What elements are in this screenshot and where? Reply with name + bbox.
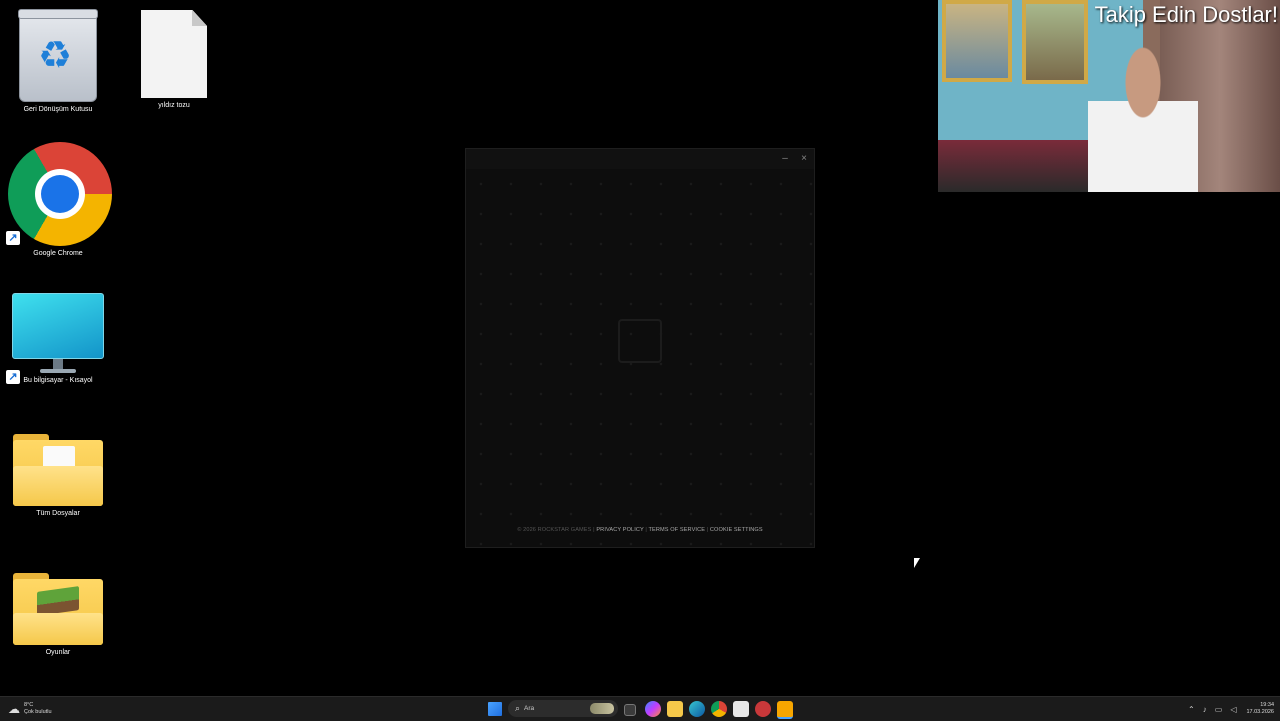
desktop-icon-label: Oyunlar: [45, 649, 71, 656]
this-pc-icon: [12, 293, 104, 359]
desktop-icon-label: Geri Dönüşüm Kutusu: [23, 106, 93, 113]
weather-temp: 8°C: [24, 702, 34, 708]
windows-start-icon[interactable]: [488, 702, 502, 716]
streamer: [1088, 40, 1198, 192]
clock-time: 19:34: [1260, 702, 1274, 708]
cookie-settings-link[interactable]: COOKIE SETTINGS: [710, 527, 763, 533]
launcher-titlebar[interactable]: – ×: [466, 149, 814, 169]
minimize-button[interactable]: –: [778, 152, 792, 166]
terms-of-service-link[interactable]: TERMS OF SERVICE: [649, 527, 706, 533]
folder-icon: [13, 573, 103, 645]
folder-icon: [13, 434, 103, 506]
desktop-icon-chrome[interactable]: Google Chrome: [8, 142, 112, 257]
volume-icon[interactable]: ◁: [1230, 705, 1236, 714]
desktop-icon-document[interactable]: yıldız tozu: [124, 10, 224, 109]
rockstar-logo-icon: [618, 319, 662, 363]
taskbar: ☁ 8°C Çok bulutlu ⌕ Ara ⌃ ♪ ▭ ◁ 19:34 17…: [0, 696, 1280, 721]
network-icon[interactable]: ▭: [1215, 705, 1223, 714]
rockstar-launcher-icon[interactable]: [777, 701, 793, 719]
desktop-icon-label: Google Chrome: [33, 250, 83, 257]
edge-icon[interactable]: [689, 701, 705, 717]
chrome-icon: [8, 142, 112, 246]
stream-overlay-text: Takip Edin Dostlar!: [1094, 2, 1278, 27]
desktop-icon-label: Tüm Dosyalar: [36, 510, 80, 517]
weather-condition: Çok bulutlu: [24, 709, 52, 715]
cloud-icon: ☁: [8, 702, 20, 716]
shortcut-arrow-icon: ↗: [6, 370, 20, 384]
copyright-text: © 2026 ROCKSTAR GAMES: [517, 527, 592, 533]
mouse-cursor-icon: [914, 558, 920, 568]
search-placeholder: Ara: [524, 705, 535, 712]
clock[interactable]: 19:34 17.03.2026: [1246, 702, 1274, 716]
desktop-icon-recycle-bin[interactable]: ♻ Geri Dönüşüm Kutusu: [8, 9, 108, 113]
shortcut-arrow-icon: ↗: [6, 231, 20, 245]
text-document-icon: [141, 10, 207, 98]
wall-painting: [942, 0, 1012, 82]
chevron-up-icon[interactable]: ⌃: [1188, 705, 1195, 714]
weather-widget[interactable]: ☁ 8°C Çok bulutlu: [8, 700, 52, 718]
chrome-icon[interactable]: [711, 701, 727, 717]
launcher-footer: © 2026 ROCKSTAR GAMES | PRIVACY POLICY |…: [466, 527, 814, 533]
desktop-icon-this-pc[interactable]: Bu bilgisayar - Kısayol: [8, 293, 108, 384]
widgets-icon: [590, 703, 614, 714]
copilot-icon[interactable]: [645, 701, 661, 717]
task-view-icon[interactable]: [624, 704, 636, 716]
rockstar-social-club-icon[interactable]: [755, 701, 771, 717]
system-tray: ⌃ ♪ ▭ ◁ 19:34 17.03.2026: [1184, 700, 1274, 718]
desktop-icon-label: yıldız tozu: [158, 102, 190, 109]
microphone-icon[interactable]: ♪: [1203, 705, 1207, 714]
bed: [938, 140, 1088, 192]
desktop-icon-all-files[interactable]: Tüm Dosyalar: [8, 434, 108, 517]
rockstar-launcher-window[interactable]: – × © 2026 ROCKSTAR GAMES | PRIVACY POLI…: [465, 148, 815, 548]
webcam-overlay: Takip Edin Dostlar!: [938, 0, 1280, 192]
recycle-bin-icon: ♻: [18, 9, 98, 102]
search-icon: ⌕: [515, 703, 521, 713]
desktop-icon-games[interactable]: Oyunlar: [8, 573, 108, 656]
store-icon[interactable]: [733, 701, 749, 717]
close-button[interactable]: ×: [797, 152, 811, 166]
clock-date: 17.03.2026: [1246, 709, 1274, 715]
wall-painting: [1022, 0, 1088, 84]
search-input[interactable]: ⌕ Ara: [508, 700, 618, 717]
desktop-icon-label: Bu bilgisayar - Kısayol: [23, 377, 93, 384]
file-explorer-icon[interactable]: [667, 701, 683, 717]
privacy-policy-link[interactable]: PRIVACY POLICY: [596, 527, 643, 533]
